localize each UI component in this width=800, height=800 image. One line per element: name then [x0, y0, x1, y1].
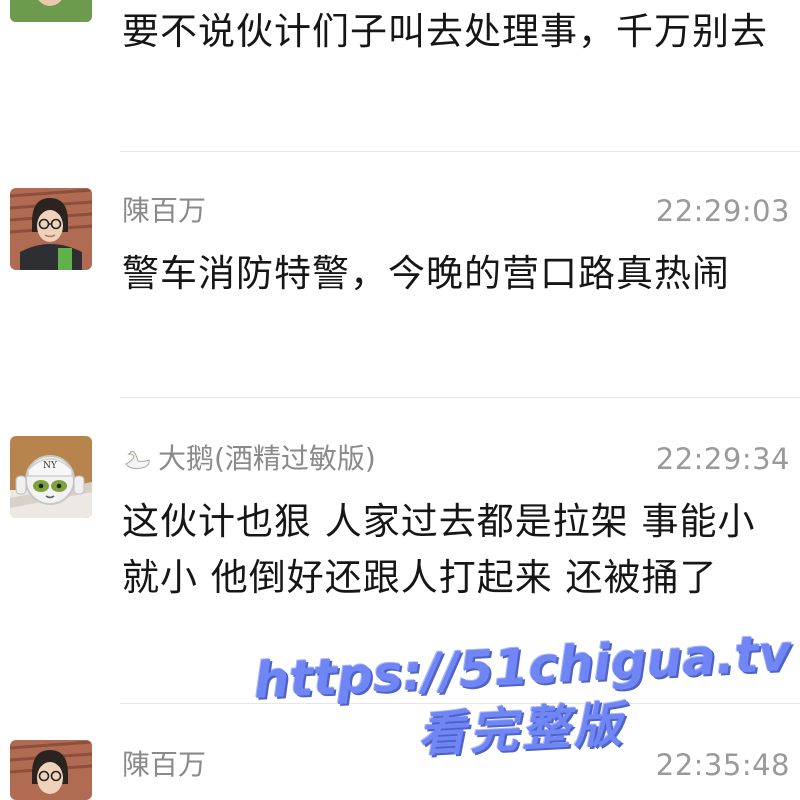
sender-name[interactable]: 陳百万	[122, 748, 206, 782]
message-text: 要不说伙计们子叫去处理事，千万别去	[122, 10, 768, 53]
sender-name[interactable]: 大鹅(酒精过敏版)	[122, 442, 376, 480]
message-timestamp: 22:29:34	[655, 442, 790, 476]
message-divider	[120, 151, 800, 152]
message-text: 警车消防特警，今晚的营口路真热闹	[122, 252, 730, 295]
avatar[interactable]	[10, 188, 92, 270]
avatar[interactable]	[10, 0, 92, 22]
avatar[interactable]	[10, 740, 92, 800]
avatar[interactable]: NY	[10, 436, 92, 518]
person-avatar-icon	[10, 740, 92, 800]
svg-text:NY: NY	[43, 461, 58, 471]
cat-avatar-icon: NY	[10, 436, 92, 518]
message-divider	[120, 397, 800, 398]
sender-name[interactable]: 陳百万	[122, 194, 206, 228]
message-timestamp: 22:35:48	[655, 748, 790, 782]
message-timestamp: 22:29:03	[655, 194, 790, 228]
chat-message-list: 要不说伙计们子叫去处理事，千万别去 陳百万 22:29:03 警车消防特警，今晚…	[0, 0, 800, 800]
message-text: 这伙计也狠 人家过去都是拉架 事能小就小 他倒好还跟人打起来 还被捅了	[122, 500, 756, 599]
person-avatar-icon	[10, 0, 92, 22]
swan-icon	[122, 446, 152, 480]
person-avatar-icon	[10, 188, 92, 270]
sender-name-text: 大鹅(酒精过敏版)	[158, 442, 376, 475]
message-divider	[120, 703, 800, 704]
